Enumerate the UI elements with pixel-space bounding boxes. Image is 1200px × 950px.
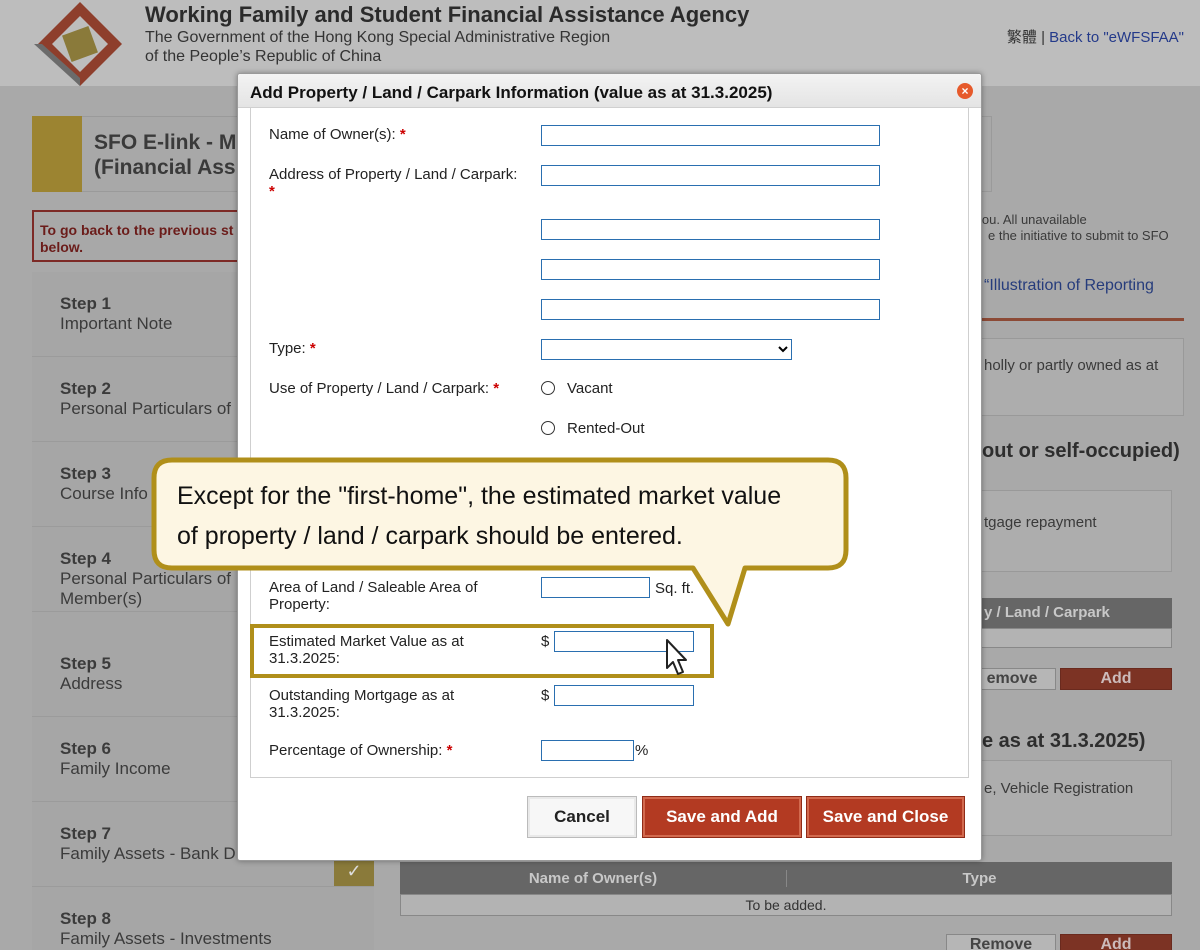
address-label: Address of Property / Land / Carpark: * (269, 166, 518, 200)
address-line-1-input[interactable] (541, 165, 880, 186)
section-heading: out or self-occupied) (982, 440, 1180, 462)
sfo-title-accent (32, 116, 82, 192)
info-box (980, 338, 1184, 416)
save-and-close-button[interactable]: Save and Close (806, 796, 965, 838)
add-button[interactable]: Add (1060, 934, 1172, 950)
mortgage-label: Outstanding Mortgage as at 31.3.2025: (269, 687, 455, 721)
market-value-label: Estimated Market Value as at 31.3.2025: (269, 633, 464, 667)
section-heading: e as at 31.3.2025) (982, 730, 1146, 752)
illustration-link[interactable]: “Illustration of Reporting (984, 277, 1154, 295)
rented-out-radio-label[interactable]: Rented-Out (567, 420, 645, 437)
add-property-dialog: Add Property / Land / Carpark Informatio… (237, 73, 982, 861)
address-line-4-input[interactable] (541, 299, 880, 320)
agency-subtitle: The Government of the Hong Kong Special … (145, 29, 611, 65)
mortgage-currency: $ (541, 687, 550, 704)
table-empty-row: To be added. (400, 894, 1172, 916)
dialog-title: Add Property / Land / Carpark Informatio… (250, 83, 773, 102)
language-link[interactable]: 繁體 (1007, 29, 1037, 46)
mortgage-input[interactable] (554, 685, 694, 706)
area-unit: Sq. ft. (655, 580, 695, 597)
vacant-radio-label[interactable]: Vacant (567, 380, 613, 397)
info-box-text: holly or partly owned as at (984, 357, 1159, 374)
ownership-percentage-input[interactable] (541, 740, 634, 761)
header-links: 繁體 | Back to "eWFSFAA" (1006, 29, 1184, 46)
warning-text: To go back to the previous st below. (40, 222, 234, 255)
callout-text: Except for the "first-home", the estimat… (177, 482, 782, 550)
mouse-pointer-icon (666, 639, 687, 675)
remove-button[interactable]: Remove (946, 934, 1056, 950)
address-line-2-input[interactable] (541, 219, 880, 240)
vacant-radio[interactable] (541, 381, 555, 395)
area-input[interactable] (541, 577, 650, 598)
cancel-button[interactable]: Cancel (527, 796, 637, 838)
add-button[interactable]: Add (1060, 668, 1172, 690)
property-table: Name of Owner(s) Type To be added. (400, 862, 1172, 916)
market-value-currency: $ (541, 633, 550, 650)
table-header-label: y / Land / Carpark (984, 604, 1110, 621)
back-to-ewfsfaa-link[interactable]: Back to "eWFSFAA" (1049, 29, 1184, 46)
ownership-label: Percentage of Ownership: * (269, 742, 453, 759)
owner-name-input[interactable] (541, 125, 880, 146)
area-label: Area of Land / Saleable Area of Property: (269, 579, 478, 613)
section-divider (980, 318, 1184, 321)
info-box-text: e, Vehicle Registration (984, 780, 1134, 797)
property-type-select[interactable] (541, 339, 792, 360)
column-header-type[interactable]: Type (786, 870, 1172, 887)
address-line-3-input[interactable] (541, 259, 880, 280)
info-box-text: tgage repayment (984, 514, 1097, 531)
save-and-add-button[interactable]: Save and Add (642, 796, 802, 838)
agency-logo (34, 2, 122, 86)
step-item[interactable]: Step 8 Family Assets - Investments (32, 887, 374, 950)
info-box (980, 760, 1172, 836)
owner-label: Name of Owner(s): * (269, 126, 406, 143)
use-label: Use of Property / Land / Carpark: * (269, 380, 500, 397)
close-icon[interactable]: × (957, 83, 973, 99)
dialog-titlebar: Add Property / Land / Carpark Informatio… (238, 74, 981, 108)
sfo-title: SFO E-link - M (Financial Assis (94, 131, 254, 179)
type-label: Type: * (269, 340, 316, 357)
agency-title: Working Family and Student Financial Ass… (145, 2, 750, 27)
percent-unit: % (635, 742, 649, 759)
rented-out-radio[interactable] (541, 421, 555, 435)
info-box (980, 490, 1172, 572)
table-row (980, 628, 1172, 648)
column-header-owner[interactable]: Name of Owner(s) (400, 870, 786, 887)
